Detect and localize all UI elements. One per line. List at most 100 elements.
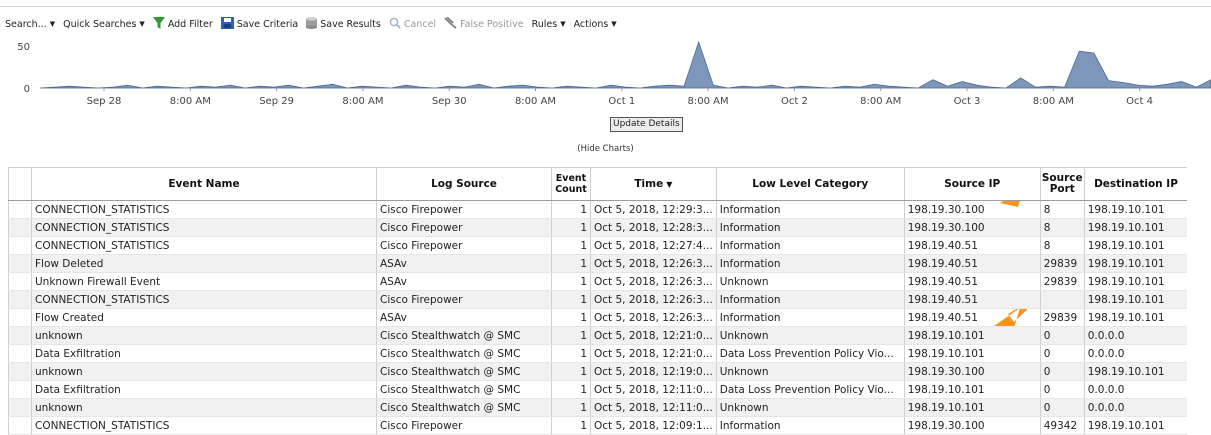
y-tick-label: 50: [17, 42, 30, 53]
time-cell: Oct 5, 2018, 12:11:0...: [590, 398, 717, 417]
event-name-cell: CONNECTION_STATISTICS: [31, 290, 377, 309]
row-selector[interactable]: [8, 308, 32, 327]
column-header-log-source[interactable]: Log Source: [376, 167, 552, 201]
save-results-label: Save Results: [320, 18, 381, 30]
destination-ip-cell: 0.0.0.0: [1083, 326, 1188, 345]
event-count-cell: 1: [551, 290, 591, 309]
row-selector[interactable]: [8, 218, 32, 237]
row-selector[interactable]: [8, 236, 32, 255]
rules-menu[interactable]: Rules ▼: [532, 19, 566, 30]
table-row[interactable]: Flow Deleted ASAv 1 Oct 5, 2018, 12:26:3...…: [8, 254, 1188, 273]
update-details-button[interactable]: Update Details: [610, 117, 683, 132]
column-header-low-level-category[interactable]: Low Level Category: [715, 167, 905, 201]
time-cell: Oct 5, 2018, 12:27:4...: [590, 236, 717, 255]
false-positive-button[interactable]: False Positive: [444, 15, 524, 32]
table-row[interactable]: CONNECTION_STATISTICS Cisco Firepower 1 Oct…: [8, 218, 1188, 237]
low-level-category-cell: Unknown: [715, 362, 905, 381]
row-selector[interactable]: [8, 326, 32, 345]
x-tick-label: Oct 4: [1126, 96, 1153, 107]
low-level-category-cell: Information: [715, 218, 905, 237]
add-filter-button[interactable]: Add Filter: [152, 16, 213, 32]
destination-ip-cell: 0.0.0.0: [1083, 380, 1188, 399]
save-criteria-button[interactable]: Save Criteria: [220, 16, 298, 32]
row-selector[interactable]: [8, 362, 32, 381]
row-selector[interactable]: [8, 272, 32, 291]
low-level-category-cell: Information: [715, 308, 905, 327]
event-name-cell: Flow Created: [31, 308, 377, 327]
event-name-cell: Data Exfiltration: [31, 344, 377, 363]
destination-ip-cell: 198.19.10.101: [1083, 308, 1188, 327]
x-tick-label: Sep 30: [432, 96, 467, 107]
event-name-cell: unknown: [31, 398, 377, 417]
chevron-down-icon: ▼: [611, 20, 617, 28]
hide-charts-link[interactable]: (Hide Charts): [0, 144, 1211, 154]
source-port-cell: 8: [1039, 218, 1085, 237]
cancel-button[interactable]: Cancel: [389, 17, 436, 32]
chart-area-series: [39, 40, 1211, 89]
table-row[interactable]: Data Exfiltration Cisco Stealthwatch @ SM…: [8, 380, 1188, 399]
events-table-body: CONNECTION_STATISTICS Cisco Firepower 1 Oct…: [8, 200, 1188, 435]
row-selector[interactable]: [8, 200, 32, 219]
source-port-cell: 0: [1039, 344, 1085, 363]
log-source-cell: Cisco Stealthwatch @ SMC: [376, 362, 552, 381]
event-count-cell: 1: [551, 272, 591, 291]
search-menu[interactable]: Search... ▼: [5, 19, 55, 30]
row-selector[interactable]: [8, 290, 32, 309]
column-header-source-port[interactable]: Source Port: [1039, 167, 1085, 201]
x-axis-labels: Sep 28 8:00 AM Sep 29 8:00 AM Sep 30 8:00 AM O…: [87, 88, 1153, 107]
table-row[interactable]: CONNECTION_STATISTICS Cisco Firepower 1 Oct…: [8, 200, 1188, 219]
table-row[interactable]: Data Exfiltration Cisco Stealthwatch @ SM…: [8, 344, 1188, 363]
row-selector[interactable]: [8, 254, 32, 273]
table-row[interactable]: Flow Created ASAv 1 Oct 5, 2018, 12:26:3...…: [8, 308, 1188, 327]
sort-descending-icon: ▼: [666, 179, 673, 189]
event-timeline-chart: 50 0 Sep 28 8:00 AM Sep 29 8:00 AM Sep 30 8:0…: [0, 36, 1211, 110]
row-selector[interactable]: [8, 416, 32, 435]
destination-ip-cell: 198.19.10.101: [1083, 272, 1188, 291]
destination-ip-cell: 198.19.10.101: [1083, 362, 1188, 381]
toolbar: Search... ▼ Quick Searches ▼ Add Filter …: [0, 14, 625, 34]
chart-svg: 50 0 Sep 28 8:00 AM Sep 29 8:00 AM Sep 30 8:0…: [17, 40, 1211, 107]
source-ip-cell: 198.19.40.51: [903, 272, 1041, 291]
actions-menu[interactable]: Actions ▼: [574, 19, 617, 30]
row-selector[interactable]: [8, 398, 32, 417]
add-filter-label: Add Filter: [167, 18, 213, 30]
source-port-cell: 0: [1039, 398, 1085, 417]
table-row[interactable]: CONNECTION_STATISTICS Cisco Firepower 1 Oct…: [8, 416, 1188, 435]
event-name-cell: unknown: [31, 326, 377, 345]
column-header-event-count[interactable]: Event Count: [551, 167, 591, 201]
database-icon: [306, 16, 318, 32]
x-tick-label: 8:00 AM: [170, 96, 211, 107]
chevron-down-icon: ▼: [49, 20, 56, 28]
search-menu-label: Search...: [5, 18, 47, 30]
table-row[interactable]: unknown Cisco Stealthwatch @ SMC 1 Oct 5, 2…: [8, 362, 1188, 381]
event-name-cell: CONNECTION_STATISTICS: [31, 200, 377, 219]
destination-ip-cell: 198.19.10.101: [1083, 236, 1188, 255]
source-port-cell: 0: [1039, 326, 1085, 345]
low-level-category-cell: Information: [715, 236, 905, 255]
event-count-cell: 1: [551, 218, 591, 237]
table-row[interactable]: unknown Cisco Stealthwatch @ SMC 1 Oct 5, 2…: [8, 398, 1188, 417]
row-selector[interactable]: [8, 380, 32, 399]
table-row[interactable]: Unknown Firewall Event ASAv 1 Oct 5, 2018, …: [8, 272, 1188, 291]
row-selector[interactable]: [8, 344, 32, 363]
column-header-source-ip[interactable]: Source IP: [903, 167, 1041, 201]
x-tick-label: 8:00 AM: [515, 96, 556, 107]
table-row[interactable]: CONNECTION_STATISTICS Cisco Firepower 1 Oct…: [8, 236, 1188, 255]
save-results-button[interactable]: Save Results: [306, 16, 381, 32]
log-source-cell: Cisco Stealthwatch @ SMC: [376, 380, 552, 399]
floppy-disk-icon: [220, 16, 234, 32]
x-tick-label: 8:00 AM: [1033, 96, 1074, 107]
log-source-cell: Cisco Firepower: [376, 290, 552, 309]
column-header-time[interactable]: Time ▼: [590, 167, 717, 201]
column-header-destination-ip[interactable]: Destination IP: [1083, 167, 1188, 201]
column-header-event-name[interactable]: Event Name: [31, 167, 377, 201]
source-port-cell: 29839: [1039, 254, 1085, 273]
table-row[interactable]: CONNECTION_STATISTICS Cisco Firepower 1 Oct…: [8, 290, 1188, 309]
log-source-cell: ASAv: [376, 272, 552, 291]
quick-searches-menu[interactable]: Quick Searches ▼: [63, 19, 145, 30]
log-source-cell: ASAv: [376, 308, 552, 327]
event-count-cell: 1: [551, 254, 591, 273]
table-row[interactable]: unknown Cisco Stealthwatch @ SMC 1 Oct 5, 2…: [8, 326, 1188, 345]
destination-ip-cell: 198.19.10.101: [1083, 416, 1188, 435]
time-cell: Oct 5, 2018, 12:28:3...: [590, 218, 717, 237]
